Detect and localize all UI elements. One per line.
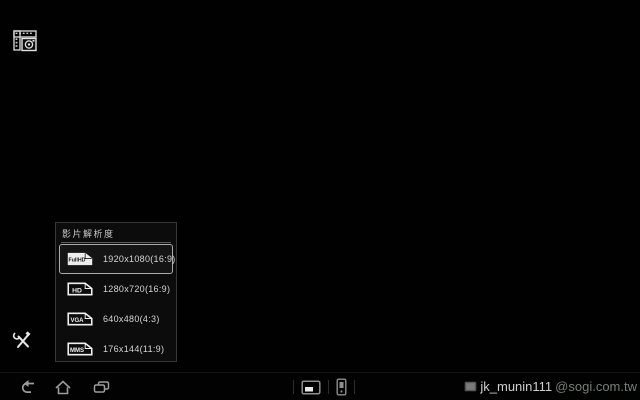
resolution-label: 640x480(4:3): [103, 314, 160, 324]
menu-title: 影片解析度: [62, 229, 115, 239]
separator: [293, 380, 294, 394]
svg-text:MMS: MMS: [70, 348, 84, 354]
watermark-user: jk_munin111: [480, 379, 553, 394]
home-icon: [55, 379, 71, 394]
resolution-option-mms[interactable]: MMS 176x144(11:9): [60, 334, 172, 364]
system-navigation-bar: jk_munin111 @sogi.com.tw: [0, 372, 640, 400]
recents-button[interactable]: [88, 377, 114, 397]
svg-text:FullHD: FullHD: [69, 257, 86, 263]
resolution-label: 1920x1080(16:9): [103, 254, 176, 264]
hd-badge-icon: HD: [67, 282, 93, 296]
resolution-option-fullhd[interactable]: FullHD 1920x1080(16:9): [59, 244, 176, 274]
camera-viewfinder-screen: 影片解析度 FullHD 1920x1080(16:9) HD 1280x720…: [0, 0, 640, 400]
separator: [328, 380, 329, 394]
resolution-label: 176x144(11:9): [103, 344, 165, 354]
resolution-option-hd[interactable]: HD 1280x720(16:9): [60, 274, 172, 304]
watermark-domain: @sogi.com.tw: [555, 379, 637, 394]
picture-icon: [465, 381, 477, 392]
svg-text:VGA: VGA: [70, 318, 84, 324]
back-button[interactable]: [15, 377, 41, 397]
home-button[interactable]: [50, 377, 76, 397]
resolution-options: FullHD 1920x1080(16:9) HD 1280x720(16:9)…: [56, 243, 176, 364]
video-resolution-menu: 影片解析度 FullHD 1920x1080(16:9) HD 1280x720…: [55, 222, 177, 362]
separator: [354, 380, 355, 394]
screenshot-icon[interactable]: [301, 379, 321, 395]
resolution-option-vga[interactable]: VGA 640x480(4:3): [60, 304, 172, 334]
vga-badge-icon: VGA: [67, 312, 93, 326]
tools-icon[interactable]: [12, 330, 34, 352]
small-apps-icon[interactable]: [336, 378, 347, 396]
recents-icon: [93, 381, 109, 393]
mms-badge-icon: MMS: [67, 342, 93, 356]
watermark: jk_munin111 @sogi.com.tw: [464, 379, 637, 394]
system-bar-center-tools: [293, 376, 355, 398]
svg-text:HD: HD: [72, 287, 82, 294]
video-mode-icon[interactable]: [13, 28, 38, 53]
fullhd-badge-icon: FullHD: [67, 252, 93, 266]
resolution-label: 1280x720(16:9): [103, 284, 171, 294]
back-icon: [21, 380, 34, 393]
